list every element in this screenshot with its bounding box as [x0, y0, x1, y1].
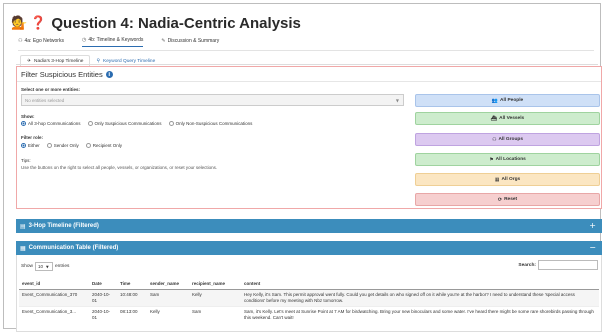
cell-recipient: Sam — [189, 305, 241, 323]
column-header[interactable]: Date — [89, 278, 117, 290]
ship-icon: ⛴ — [490, 115, 498, 122]
building-icon: ▦ — [494, 176, 500, 183]
communication-table: event_id Date Time sender_name recipient… — [19, 278, 599, 323]
radio-either[interactable]: Either — [21, 143, 40, 148]
cell-time: 10:48:00 — [117, 288, 147, 306]
question-mark-icon: ❓ — [30, 15, 47, 31]
cell-content: Sam, it's Kelly. Let's meet at Sunrise P… — [241, 305, 599, 323]
pencil-icon: ✎ — [161, 37, 166, 44]
radio-recipient-only[interactable]: Recipient Only — [85, 143, 122, 148]
tab-divider — [18, 50, 594, 51]
cell-sender: Kelly — [147, 305, 189, 323]
role-radio-group: Either Sender Only Recipient Only — [21, 143, 122, 148]
column-header[interactable]: recipient_name — [189, 278, 241, 290]
all-vessels-button[interactable]: ⛴ All Vessels — [415, 112, 600, 125]
radio-dot — [168, 121, 174, 126]
all-orgs-button[interactable]: ▦ All Orgs — [415, 173, 600, 186]
show-label: Show: — [21, 114, 35, 119]
entity-select-label: Select one or more entities: — [21, 87, 81, 92]
people-icon: 👥 — [491, 97, 499, 104]
role-label: Filter role: — [21, 135, 44, 140]
radio-only-non-suspicious[interactable]: Only Non-Suspicious Communications — [168, 121, 252, 126]
info-icon[interactable]: i — [105, 71, 113, 78]
clock-icon: ◷ — [81, 37, 87, 43]
column-header[interactable]: event_id — [19, 278, 89, 290]
radio-sender-only[interactable]: Sender Only — [46, 143, 79, 148]
table-icon: ▦ — [20, 244, 26, 252]
show-radio-group: All 3-hop Communications Only Suspicious… — [21, 121, 252, 126]
radio-dot — [21, 143, 26, 148]
radio-only-suspicious[interactable]: Only Suspicious Communications — [87, 121, 162, 126]
reset-button[interactable]: ⟳ Reset — [415, 193, 600, 206]
page-length-control: Show 10 ▼ entries — [21, 262, 70, 271]
all-groups-button[interactable]: ⚇ All Groups — [415, 133, 600, 146]
network-icon: ⚇ — [18, 37, 23, 44]
radio-dot — [87, 121, 93, 126]
table-row[interactable]: Event_Communication_3... 2040-10-01 08:1… — [19, 305, 599, 323]
cell-recipient: Kelly — [189, 288, 241, 306]
table-search: Search: — [518, 260, 598, 270]
subtab-divider — [16, 64, 598, 65]
cell-time: 08:13:00 — [117, 305, 147, 323]
tab-timeline-keywords[interactable]: ◷ 4b: Timeline & Keywords — [81, 37, 144, 47]
cell-date: 2040-10-01 — [89, 305, 117, 323]
timeline-panel-title: 3-Hop Timeline (Filtered) — [28, 223, 99, 229]
tab-ego-networks[interactable]: ⚇ 4a: Ego Networks — [18, 37, 64, 47]
refresh-icon: ⟳ — [497, 196, 503, 203]
column-header[interactable]: Time — [117, 278, 147, 290]
expand-icon[interactable]: + — [589, 221, 596, 230]
map-pin-icon: ⚑ — [489, 156, 494, 163]
person-emoji-icon: 💁 — [11, 15, 28, 31]
chevron-down-icon: ▼ — [46, 264, 49, 269]
column-header[interactable]: content — [241, 278, 599, 290]
cell-date: 2040-10-01 — [89, 288, 117, 306]
cell-sender: Sam — [147, 288, 189, 306]
cell-event-id: Event_Communication_370 — [19, 288, 89, 306]
tips-text: Use the buttons on the right to select a… — [21, 165, 218, 170]
tab-discussion-summary[interactable]: ✎ Discussion & Summary — [161, 37, 219, 47]
group-icon: ⚇ — [491, 136, 497, 143]
cell-content: Hey Kelly, it's Sam. This permit approva… — [241, 288, 599, 306]
entity-select-placeholder: No entities selected — [25, 97, 65, 103]
column-header[interactable]: sender_name — [147, 278, 189, 290]
search-input[interactable] — [538, 260, 598, 270]
all-people-button[interactable]: 👥 All People — [415, 94, 600, 107]
table-header-row: event_id Date Time sender_name recipient… — [19, 278, 599, 290]
tab-label: 4b: Timeline & Keywords — [88, 37, 144, 43]
filter-divider — [17, 81, 601, 82]
filter-title: Filter Suspicious Entities i — [21, 70, 113, 79]
radio-all-communications[interactable]: All 3-hop Communications — [21, 121, 81, 126]
page-length-select[interactable]: 10 ▼ — [35, 262, 53, 271]
filter-panel: Filter Suspicious Entities i Select one … — [16, 66, 602, 209]
radio-dot — [46, 143, 52, 148]
radio-dot — [85, 143, 91, 148]
radio-dot — [21, 121, 26, 126]
cell-event-id: Event_Communication_3... — [19, 305, 89, 323]
communication-table-panel: Show 10 ▼ entries Search: event_id Date … — [16, 255, 602, 332]
chevron-down-icon: ▼ — [395, 98, 399, 103]
table-panel-header[interactable]: ▦ Communication Table (Filtered) − — [16, 241, 602, 255]
collapse-icon[interactable]: − — [589, 243, 596, 252]
table-panel-title: Communication Table (Filtered) — [28, 245, 119, 251]
entity-select[interactable]: No entities selected ▼ — [21, 94, 404, 106]
timeline-icon: ▤ — [20, 222, 26, 230]
page-title: Question 4: Nadia-Centric Analysis — [51, 14, 301, 32]
timeline-panel-header[interactable]: ▤ 3-Hop Timeline (Filtered) + — [16, 219, 602, 233]
tips-title: Tips: — [21, 158, 31, 163]
table-row[interactable]: Event_Communication_370 2040-10-01 10:48… — [19, 288, 599, 306]
main-tabs: ⚇ 4a: Ego Networks ◷ 4b: Timeline & Keyw… — [18, 37, 219, 47]
tab-label: 4a: Ego Networks — [24, 37, 64, 44]
tab-label: Discussion & Summary — [167, 37, 220, 44]
page-header: 💁 ❓ Question 4: Nadia-Centric Analysis — [11, 13, 301, 33]
all-locations-button[interactable]: ⚑ All Locations — [415, 153, 600, 166]
